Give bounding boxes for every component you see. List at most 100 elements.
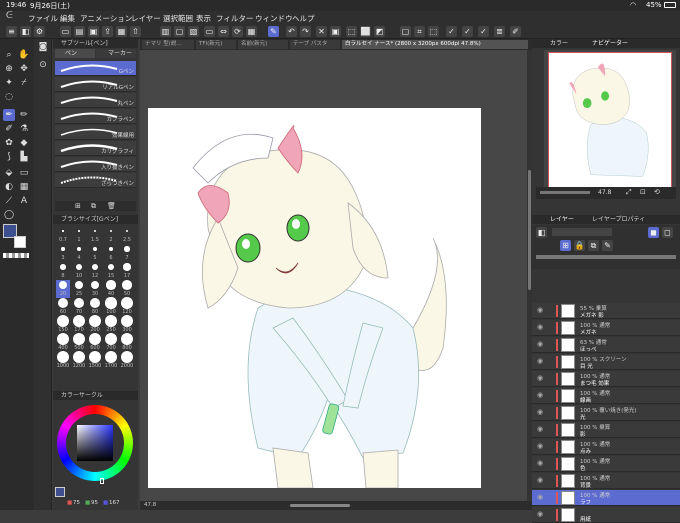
menu-icon[interactable]: ≡ [6, 26, 17, 37]
hand-icon[interactable]: ✋ [18, 49, 30, 61]
brush-item-effect-line[interactable]: 効果線用 [55, 125, 136, 140]
decoration-icon[interactable]: ✿ [3, 137, 15, 149]
share-icon[interactable]: ⇧ [130, 26, 141, 37]
tab-doc-2[interactable]: TFI(新元) [196, 40, 236, 49]
fill-icon[interactable]: ▣ [330, 26, 341, 37]
text-icon[interactable]: A [18, 195, 30, 207]
rotate-view-icon[interactable]: ⟲ [654, 188, 660, 196]
grid-icon[interactable]: ▦ [116, 26, 127, 37]
eye-icon[interactable]: ◉ [537, 426, 544, 433]
ruler-icon[interactable]: ⟋ [3, 195, 15, 207]
layer-row[interactable]: ◉ 用紙 [532, 507, 680, 523]
tab-doc-4[interactable]: テープ パスタ [290, 40, 340, 49]
tile-icon[interactable]: ▥ [160, 26, 171, 37]
hue-marker[interactable] [100, 478, 104, 484]
tab-layer-property[interactable]: レイヤープロパティ [592, 215, 645, 224]
zoom-icon[interactable]: ⌕ [3, 49, 15, 61]
menu-animation[interactable]: アニメーション [80, 13, 132, 24]
brush-size-2[interactable]: 2 [104, 226, 118, 244]
tab-color[interactable]: カラー [550, 39, 568, 48]
brush-size-1200[interactable]: 1200 [72, 351, 86, 370]
brush-item-g-pen[interactable]: Gペン [55, 61, 136, 76]
current-color[interactable] [55, 487, 65, 497]
export-icon[interactable]: ⇪ [102, 26, 113, 37]
eye-icon[interactable]: ◉ [537, 477, 544, 484]
eye-icon[interactable]: ◉ [537, 375, 544, 382]
brush-item-round-pen[interactable]: 丸ペン [55, 93, 136, 108]
eye-icon[interactable]: ◉ [537, 511, 544, 518]
brush-size-15[interactable]: 15 [104, 262, 118, 280]
quick-access-icon[interactable]: ◧ [20, 26, 31, 37]
airbrush-icon[interactable]: ⚗ [18, 123, 30, 135]
brush-item-irinuki-pen[interactable]: 入り抜きペン [55, 157, 136, 172]
saturation-square[interactable] [77, 425, 113, 461]
brush-size-2000[interactable]: 2000 [120, 351, 134, 370]
brush-size-50[interactable]: 50 [120, 280, 134, 298]
brush-size-40[interactable]: 40 [104, 280, 118, 298]
tab-pen[interactable]: ペン [55, 49, 95, 58]
check-brush-icon[interactable]: ✓ [478, 26, 489, 37]
layer-row[interactable]: ◉ 100 % 通常 線画 [532, 388, 680, 404]
flip-icon[interactable]: ⇔ [218, 26, 229, 37]
gear-icon[interactable]: ⚙ [34, 26, 45, 37]
deselect-icon[interactable]: ⬚ [346, 26, 357, 37]
transform-icon[interactable]: ⬚ [428, 26, 439, 37]
eye-icon[interactable]: ◉ [537, 494, 544, 501]
move-icon[interactable]: ✥ [18, 63, 30, 75]
new-file-icon[interactable]: ▭ [60, 26, 71, 37]
layer-mask-icon[interactable]: ◻ [662, 227, 673, 238]
app-logo-icon[interactable]: ᕮ [6, 11, 13, 21]
brush-size-2-5[interactable]: 2.5 [120, 226, 134, 244]
tab-marker[interactable]: マーカー [96, 49, 136, 58]
brush-icon[interactable]: ✐ [3, 123, 15, 135]
open-icon[interactable]: ▤ [74, 26, 85, 37]
brush-size-400[interactable]: 400 [56, 333, 70, 352]
layer-row[interactable]: ◉ 100 % スクリーン 目 光 [532, 354, 680, 370]
draft-icon[interactable]: ✎ [602, 240, 613, 251]
tab-navigator[interactable]: ナビゲーター [592, 39, 628, 48]
brush-item-calligraphy[interactable]: カリグラフィ [55, 141, 136, 156]
layer-row[interactable]: ◉ 100 % 覆い焼き(発光) 光 [532, 405, 680, 421]
canvas-paper[interactable] [148, 108, 481, 489]
actual-size-icon[interactable]: ⊡ [640, 188, 646, 196]
pencil-icon[interactable]: ✏ [18, 109, 30, 121]
layer-color-icon[interactable]: ◧ [536, 227, 547, 238]
opacity-slider[interactable] [536, 255, 676, 259]
pen-icon[interactable]: ✒ [3, 109, 15, 121]
settings-pen-icon[interactable]: ✐ [510, 26, 521, 37]
menu-help[interactable]: ヘルプ [292, 13, 315, 24]
eye-icon[interactable]: ◉ [537, 409, 544, 416]
layer-row[interactable]: ◉ 100 % 通常 まつ毛 効果 [532, 371, 680, 387]
add-icon[interactable]: ⊞ [75, 202, 81, 210]
menu-selection[interactable]: 選択範囲 [163, 13, 193, 24]
brush-size-250[interactable]: 250 [104, 315, 118, 334]
layer-row[interactable]: ◉ 100 % 通常 ラフ [532, 490, 680, 506]
brush-item-kabura-pen[interactable]: カブラペン [55, 109, 136, 124]
clip-icon[interactable]: ⧉ [588, 240, 599, 251]
fill-tool-icon[interactable]: ▙ [18, 151, 30, 163]
brush-size-80[interactable]: 80 [88, 297, 102, 316]
invert-selection-icon[interactable]: ◩ [374, 26, 385, 37]
eraser-icon[interactable]: ◆ [18, 137, 30, 149]
align-icon[interactable]: ≣ [494, 26, 505, 37]
brush-size-3[interactable]: 3 [56, 244, 70, 262]
brush-size-170[interactable]: 170 [72, 315, 86, 334]
brush-size-600[interactable]: 600 [88, 333, 102, 352]
eye-icon[interactable]: ◉ [537, 392, 544, 399]
brush-size-1500[interactable]: 1500 [88, 351, 102, 370]
layer-row[interactable]: ◉ 100 % 通常 色 [532, 456, 680, 472]
sub-color-swatch[interactable] [14, 236, 26, 248]
brush-size-60[interactable]: 60 [56, 298, 70, 316]
brush-size-70[interactable]: 70 [72, 297, 86, 316]
canvas-icon[interactable]: ▭ [204, 26, 215, 37]
menu-window[interactable]: ウィンドウ [255, 13, 293, 24]
layer-row[interactable]: ◉ 100 % 通常 背景 [532, 473, 680, 489]
eye-icon[interactable]: ◉ [537, 443, 544, 450]
brush-size-1-5[interactable]: 1.5 [88, 226, 102, 244]
brush-size-100[interactable]: 100 [104, 297, 118, 316]
pen-pressure-icon[interactable]: ✎ [268, 26, 279, 37]
lock-icon[interactable]: 🔒 [574, 240, 585, 251]
zoom-tool-icon[interactable]: ⊕ [3, 63, 15, 75]
camera-icon[interactable]: ◙ [37, 41, 49, 53]
tab-doc-1[interactable]: ナマリ 型(説… [142, 40, 194, 49]
